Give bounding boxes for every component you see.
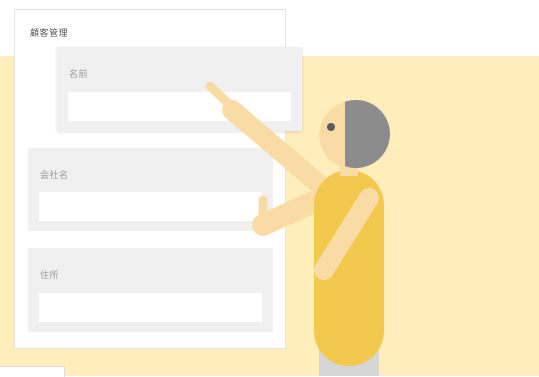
field-label-name: 名前 <box>69 70 89 80</box>
field-block-address: 住所 <box>28 248 273 332</box>
field-block-name[interactable]: 名前 <box>57 47 302 131</box>
address-input[interactable] <box>39 293 262 322</box>
field-label-address: 住所 <box>40 271 60 281</box>
field-block-company: 会社名 <box>28 148 273 231</box>
field-label-company: 会社名 <box>40 171 69 181</box>
company-input[interactable] <box>39 192 262 221</box>
form-title: 顧客管理 <box>30 29 69 39</box>
name-input[interactable] <box>68 92 291 121</box>
background-card-edge <box>0 366 65 377</box>
